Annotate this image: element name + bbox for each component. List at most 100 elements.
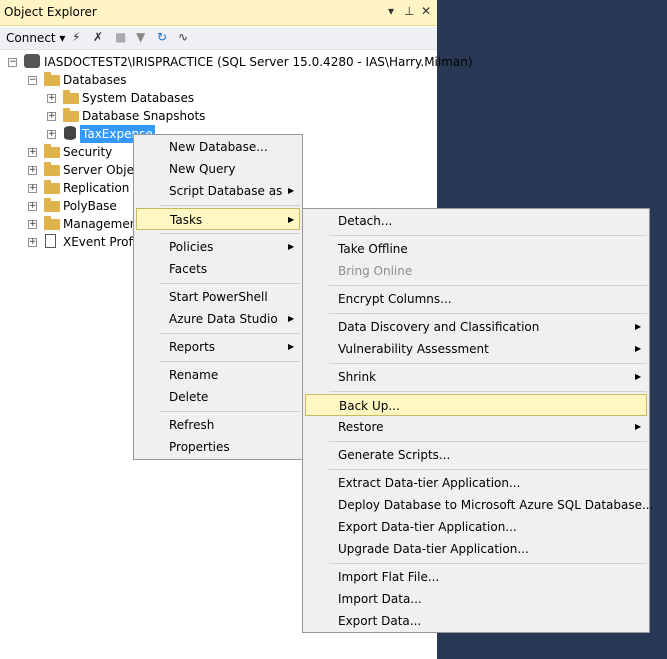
expand-icon[interactable]: + xyxy=(28,148,37,157)
menu-restore[interactable]: Restore ▶ xyxy=(305,416,647,438)
folder-icon xyxy=(63,108,79,122)
expand-icon[interactable]: + xyxy=(47,130,56,139)
expand-icon[interactable]: + xyxy=(28,238,37,247)
menu-label: Deploy Database to Microsoft Azure SQL D… xyxy=(338,498,654,512)
security-label: Security xyxy=(63,145,113,159)
expand-icon[interactable]: + xyxy=(28,202,37,211)
menu-upgrade-dac[interactable]: Upgrade Data-tier Application... xyxy=(305,538,647,560)
submenu-arrow-icon: ▶ xyxy=(635,322,642,331)
menu-label: Bring Online xyxy=(338,264,413,278)
collapse-icon[interactable]: − xyxy=(28,76,37,85)
menu-label: Encrypt Columns... xyxy=(338,292,452,306)
submenu-arrow-icon: ▶ xyxy=(288,242,295,251)
disconnect-icon[interactable]: ✗ xyxy=(93,30,103,44)
menu-deploy-azure[interactable]: Deploy Database to Microsoft Azure SQL D… xyxy=(305,494,653,516)
polybase-label: PolyBase xyxy=(63,199,117,213)
refresh-icon[interactable]: ↻ xyxy=(157,30,167,44)
connect-button[interactable]: Connect ▾ xyxy=(6,31,65,45)
menu-label: Script Database as xyxy=(169,184,283,198)
menu-script-database-as[interactable]: Script Database as ▶ xyxy=(136,180,300,202)
menu-label: Upgrade Data-tier Application... xyxy=(338,542,529,556)
folder-icon xyxy=(63,90,79,104)
server-icon xyxy=(24,54,40,68)
activity-monitor-icon[interactable]: ∿ xyxy=(178,30,188,44)
panel-toolbar: Connect ▾ ⚡ ✗ ■ ▼ ↻ ∿ xyxy=(0,27,437,50)
menu-label: New Query xyxy=(169,162,236,176)
tree-database-snapshots-node[interactable]: + Database Snapshots xyxy=(0,107,437,125)
dropdown-icon[interactable]: ▾ xyxy=(388,4,394,18)
expand-icon[interactable]: + xyxy=(28,220,37,229)
menu-label: Back Up... xyxy=(339,399,400,413)
menu-delete[interactable]: Delete xyxy=(136,386,300,408)
menu-label: Extract Data-tier Application... xyxy=(338,476,521,490)
menu-vulnerability-assessment[interactable]: Vulnerability Assessment ▶ xyxy=(305,338,647,360)
menu-separator xyxy=(329,285,647,286)
menu-export-dac[interactable]: Export Data-tier Application... xyxy=(305,516,647,538)
folder-icon xyxy=(44,198,60,212)
database-icon xyxy=(64,126,76,140)
menu-refresh[interactable]: Refresh xyxy=(136,414,300,436)
menu-separator xyxy=(329,441,647,442)
menu-encrypt-columns[interactable]: Encrypt Columns... xyxy=(305,288,647,310)
stop-icon[interactable]: ■ xyxy=(115,30,126,44)
menu-azure-data-studio[interactable]: Azure Data Studio ▶ xyxy=(136,308,300,330)
replication-label: Replication xyxy=(63,181,130,195)
menu-separator xyxy=(329,313,647,314)
filter-icon[interactable]: ▼ xyxy=(136,30,145,44)
menu-properties[interactable]: Properties xyxy=(136,436,300,458)
menu-shrink[interactable]: Shrink ▶ xyxy=(305,366,647,388)
xevent-icon xyxy=(45,234,56,248)
panel-title: Object Explorer xyxy=(4,5,97,19)
folder-icon xyxy=(44,72,60,86)
pin-icon[interactable]: ⊥ xyxy=(404,4,414,18)
menu-generate-scripts[interactable]: Generate Scripts... xyxy=(305,444,647,466)
menu-data-discovery[interactable]: Data Discovery and Classification ▶ xyxy=(305,316,647,338)
expand-icon[interactable]: + xyxy=(47,112,56,121)
connect-plug-icon[interactable]: ⚡ xyxy=(72,30,80,44)
menu-new-query[interactable]: New Query xyxy=(136,158,300,180)
menu-policies[interactable]: Policies ▶ xyxy=(136,236,300,258)
submenu-arrow-icon: ▶ xyxy=(288,342,295,351)
menu-back-up[interactable]: Back Up... xyxy=(305,394,647,416)
tree-databases-node[interactable]: − Databases xyxy=(0,71,437,89)
menu-separator xyxy=(160,205,300,206)
menu-separator xyxy=(329,235,647,236)
close-icon[interactable]: ✕ xyxy=(421,4,431,18)
menu-label: Export Data-tier Application... xyxy=(338,520,517,534)
expand-icon[interactable]: + xyxy=(28,166,37,175)
menu-label: Azure Data Studio xyxy=(169,312,278,326)
menu-take-offline[interactable]: Take Offline xyxy=(305,238,647,260)
submenu-arrow-icon: ▶ xyxy=(288,314,295,323)
menu-separator xyxy=(160,233,300,234)
menu-new-database[interactable]: New Database... xyxy=(136,136,300,158)
menu-start-powershell[interactable]: Start PowerShell xyxy=(136,286,300,308)
menu-tasks[interactable]: Tasks ▶ xyxy=(136,208,300,230)
menu-label: Start PowerShell xyxy=(169,290,268,304)
menu-rename[interactable]: Rename xyxy=(136,364,300,386)
expand-icon[interactable]: + xyxy=(28,184,37,193)
menu-label: Import Data... xyxy=(338,592,422,606)
menu-facets[interactable]: Facets xyxy=(136,258,300,280)
menu-separator xyxy=(160,411,300,412)
menu-extract-dac[interactable]: Extract Data-tier Application... xyxy=(305,472,647,494)
menu-bring-online: Bring Online xyxy=(305,260,647,282)
menu-separator xyxy=(160,283,300,284)
menu-label: Delete xyxy=(169,390,209,404)
tree-system-databases-node[interactable]: + System Databases xyxy=(0,89,437,107)
menu-export-data[interactable]: Export Data... xyxy=(305,610,647,632)
menu-label: Import Flat File... xyxy=(338,570,440,584)
menu-detach[interactable]: Detach... xyxy=(305,210,647,232)
menu-label: Policies xyxy=(169,240,214,254)
panel-titlebar: Object Explorer ▾ ⊥ ✕ xyxy=(0,0,437,26)
menu-label: Vulnerability Assessment xyxy=(338,342,489,356)
menu-reports[interactable]: Reports ▶ xyxy=(136,336,300,358)
menu-separator xyxy=(329,391,647,392)
menu-label: Properties xyxy=(169,440,230,454)
tree-server-node[interactable]: − IASDOCTEST2\IRISPRACTICE (SQL Server 1… xyxy=(0,53,473,71)
folder-icon xyxy=(44,144,60,158)
menu-import-flat-file[interactable]: Import Flat File... xyxy=(305,566,647,588)
expand-icon[interactable]: + xyxy=(47,94,56,103)
collapse-icon[interactable]: − xyxy=(8,58,17,67)
menu-label: Detach... xyxy=(338,214,393,228)
menu-import-data[interactable]: Import Data... xyxy=(305,588,647,610)
